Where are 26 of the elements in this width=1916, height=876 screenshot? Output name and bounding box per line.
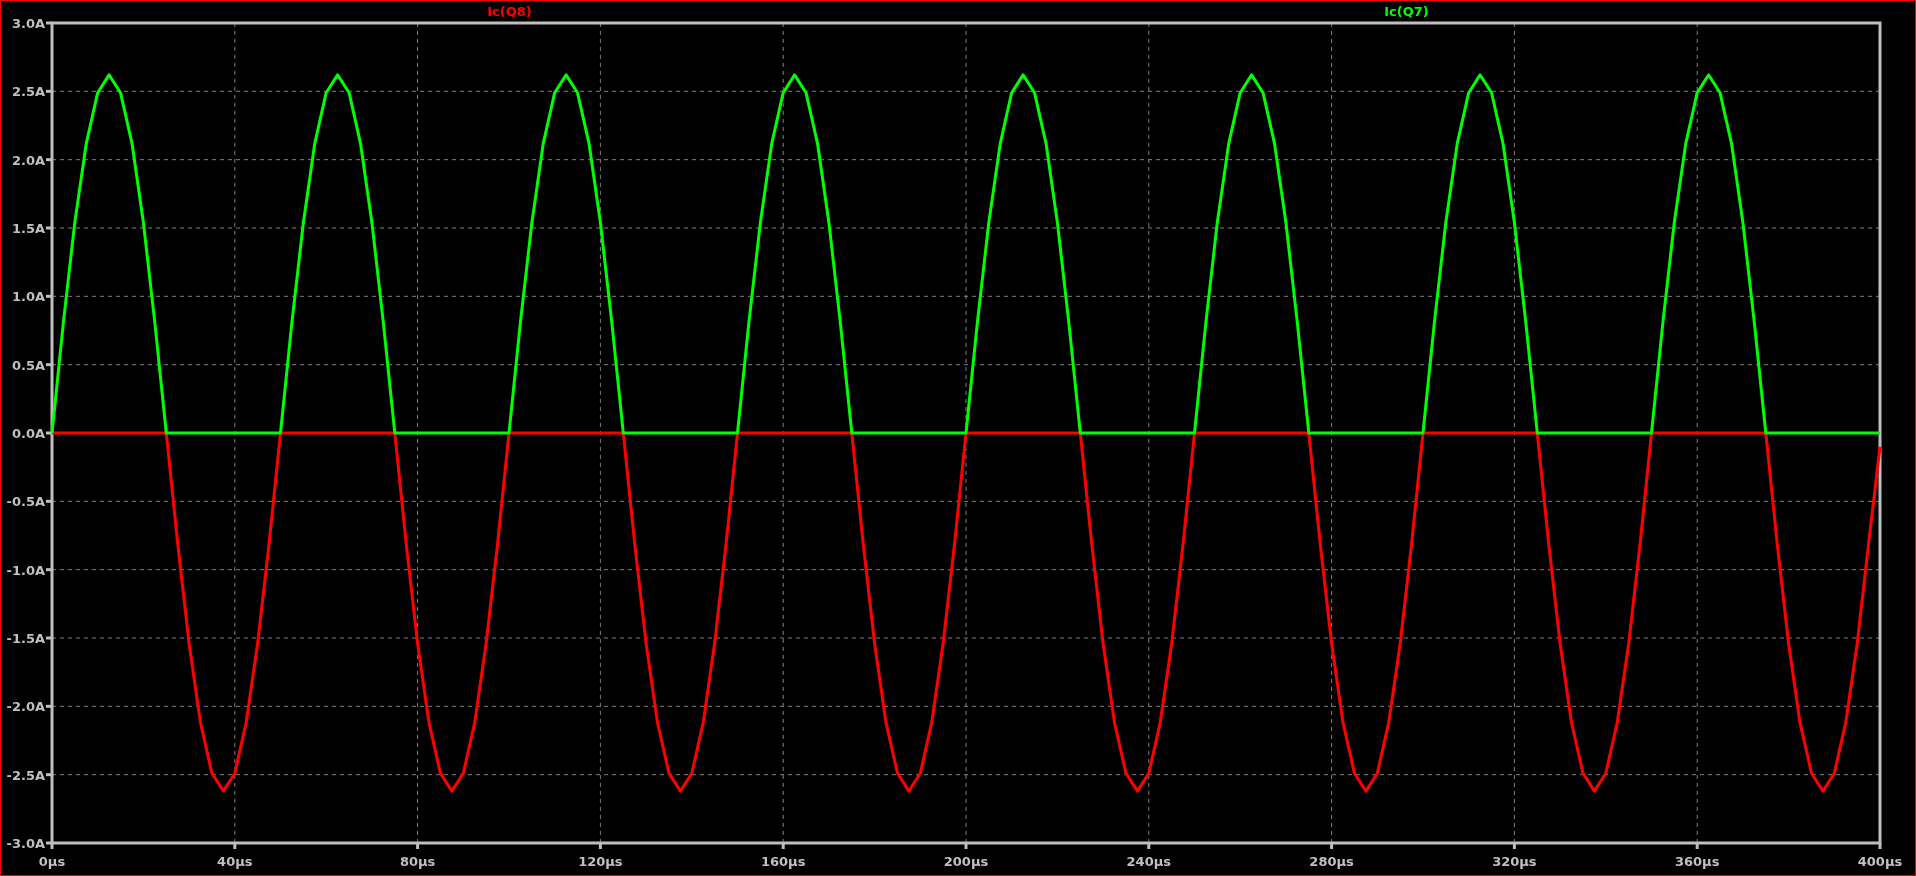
trace-label: Ic(Q7): [1384, 4, 1429, 19]
y-tick-label: 0.5A: [11, 357, 45, 373]
x-tick-label: 280µs: [1309, 854, 1354, 869]
x-tick-label: 200µs: [943, 854, 989, 869]
y-tick-label: 3.0A: [11, 16, 45, 31]
y-tick-label: 0.0A: [11, 426, 45, 441]
x-tick-label: 240µs: [1126, 854, 1172, 869]
y-tick-label: -3.0A: [6, 836, 45, 851]
x-tick-label: 80µs: [399, 854, 436, 869]
y-tick-label: 2.5A: [11, 84, 45, 100]
y-tick-label: 1.5A: [11, 221, 45, 236]
y-tick-label: 2.0A: [11, 152, 45, 168]
x-tick-label: 0µs: [38, 854, 66, 869]
x-tick-label: 360µs: [1674, 854, 1720, 869]
y-tick-label: 1.0A: [11, 289, 45, 305]
y-tick-label: -0.5A: [6, 494, 45, 510]
x-tick-label: 320µs: [1492, 854, 1537, 869]
y-tick-label: -2.5A: [6, 767, 45, 783]
x-tick-label: 40µs: [217, 854, 253, 869]
y-tick-label: -1.5A: [6, 631, 45, 646]
y-tick-label: -2.0A: [6, 699, 45, 715]
trace-label: Ic(Q8): [487, 4, 532, 19]
x-tick-label: 120µs: [578, 854, 623, 869]
y-tick-label: -1.0A: [6, 562, 45, 578]
x-tick-label: 400µs: [1857, 854, 1903, 869]
x-tick-label: 160µs: [760, 854, 806, 869]
